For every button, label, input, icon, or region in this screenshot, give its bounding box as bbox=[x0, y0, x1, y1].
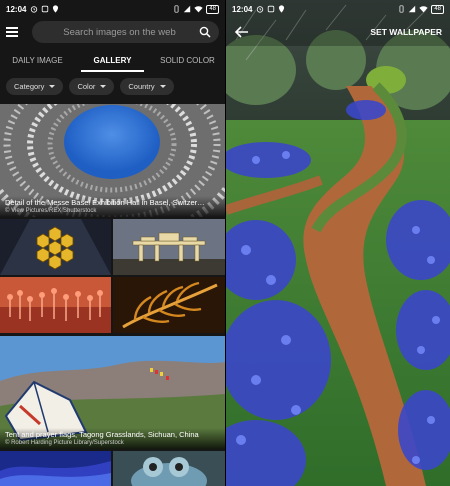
set-wallpaper-button[interactable]: SET WALLPAPER bbox=[370, 27, 442, 37]
image-preview-screen: 12:04 48 SET WALLPAPER bbox=[226, 0, 450, 486]
tab-daily-image[interactable]: DAILY IMAGE bbox=[0, 48, 75, 72]
chip-label: Color bbox=[77, 82, 96, 91]
blue-wave-image bbox=[0, 451, 111, 486]
battery-level: 48 bbox=[206, 4, 219, 14]
wifi-icon bbox=[194, 6, 203, 13]
alarm-icon bbox=[257, 6, 264, 13]
alarm-icon bbox=[31, 6, 38, 13]
location-icon bbox=[53, 5, 59, 13]
signal-icon bbox=[184, 5, 191, 13]
color-filter[interactable]: Color bbox=[69, 78, 115, 95]
telescope-mirror-image bbox=[0, 219, 111, 275]
bluebonnet-path-image bbox=[226, 0, 450, 486]
hamburger-icon[interactable] bbox=[6, 27, 18, 37]
top-app-bar: Search images on the web bbox=[0, 18, 225, 46]
filter-row: Category Color Country bbox=[6, 78, 174, 95]
status-bar: 12:04 48 bbox=[226, 0, 450, 18]
tab-label: SOLID COLOR bbox=[160, 55, 215, 65]
tab-gallery[interactable]: GALLERY bbox=[75, 48, 150, 72]
image-caption: Detail of the Messe Basel Exhibition Hal… bbox=[0, 196, 225, 217]
gallery-tile-featured[interactable]: Tent and prayer flags, Tagong Grasslands… bbox=[0, 336, 225, 449]
signal-icon bbox=[409, 5, 416, 13]
gallery-tile-featured[interactable]: Detail of the Messe Basel Exhibition Hal… bbox=[0, 104, 225, 217]
image-title: Detail of the Messe Basel Exhibition Hal… bbox=[5, 198, 205, 207]
status-time: 12:04 bbox=[6, 4, 27, 14]
gallery-tile[interactable] bbox=[0, 451, 111, 486]
vibrate-icon bbox=[399, 5, 404, 13]
nfc-icon bbox=[268, 5, 275, 13]
category-filter[interactable]: Category bbox=[6, 78, 64, 95]
image-credit: © Robert Harding Picture Library/Superst… bbox=[5, 440, 124, 446]
gallery-screen: 12:04 48 Search images on the web DAILY … bbox=[0, 0, 225, 486]
gallery-tile[interactable] bbox=[0, 219, 111, 275]
flamingos-image bbox=[0, 277, 111, 333]
caret-down-icon bbox=[49, 85, 56, 88]
tab-label: DAILY IMAGE bbox=[12, 55, 63, 65]
search-icon[interactable] bbox=[199, 26, 211, 38]
status-time: 12:04 bbox=[232, 4, 253, 14]
wifi-icon bbox=[419, 6, 428, 13]
image-title: Tent and prayer flags, Tagong Grasslands… bbox=[5, 430, 199, 439]
chip-label: Category bbox=[14, 82, 45, 91]
caret-down-icon bbox=[159, 85, 166, 88]
nfc-icon bbox=[42, 5, 49, 13]
fern-leaf-image bbox=[113, 277, 225, 333]
search-input[interactable]: Search images on the web bbox=[40, 27, 199, 38]
arrow-back-icon[interactable] bbox=[234, 24, 250, 40]
search-bar[interactable]: Search images on the web bbox=[32, 21, 219, 43]
status-bar: 12:04 48 bbox=[0, 0, 225, 18]
temple-gate-image bbox=[113, 219, 225, 275]
chip-label: Country bbox=[128, 82, 155, 91]
gallery-tile[interactable] bbox=[113, 451, 225, 486]
tab-label: GALLERY bbox=[93, 55, 132, 65]
gallery-tile[interactable] bbox=[113, 219, 225, 275]
country-filter[interactable]: Country bbox=[120, 78, 174, 95]
caret-down-icon bbox=[100, 85, 107, 88]
gallery-tile[interactable] bbox=[113, 277, 225, 333]
tab-solid-color[interactable]: SOLID COLOR bbox=[150, 48, 225, 72]
tab-bar: DAILY IMAGE GALLERY SOLID COLOR bbox=[0, 48, 225, 72]
preview-app-bar: SET WALLPAPER bbox=[226, 18, 450, 46]
frog-image bbox=[113, 451, 225, 486]
location-icon bbox=[279, 5, 285, 13]
battery-level: 48 bbox=[431, 4, 444, 14]
vibrate-icon bbox=[174, 5, 179, 13]
image-caption: Tent and prayer flags, Tagong Grasslands… bbox=[0, 428, 225, 449]
image-credit: © View Pictures/REX Shutterstock bbox=[5, 208, 97, 214]
gallery-tile[interactable] bbox=[0, 277, 111, 333]
